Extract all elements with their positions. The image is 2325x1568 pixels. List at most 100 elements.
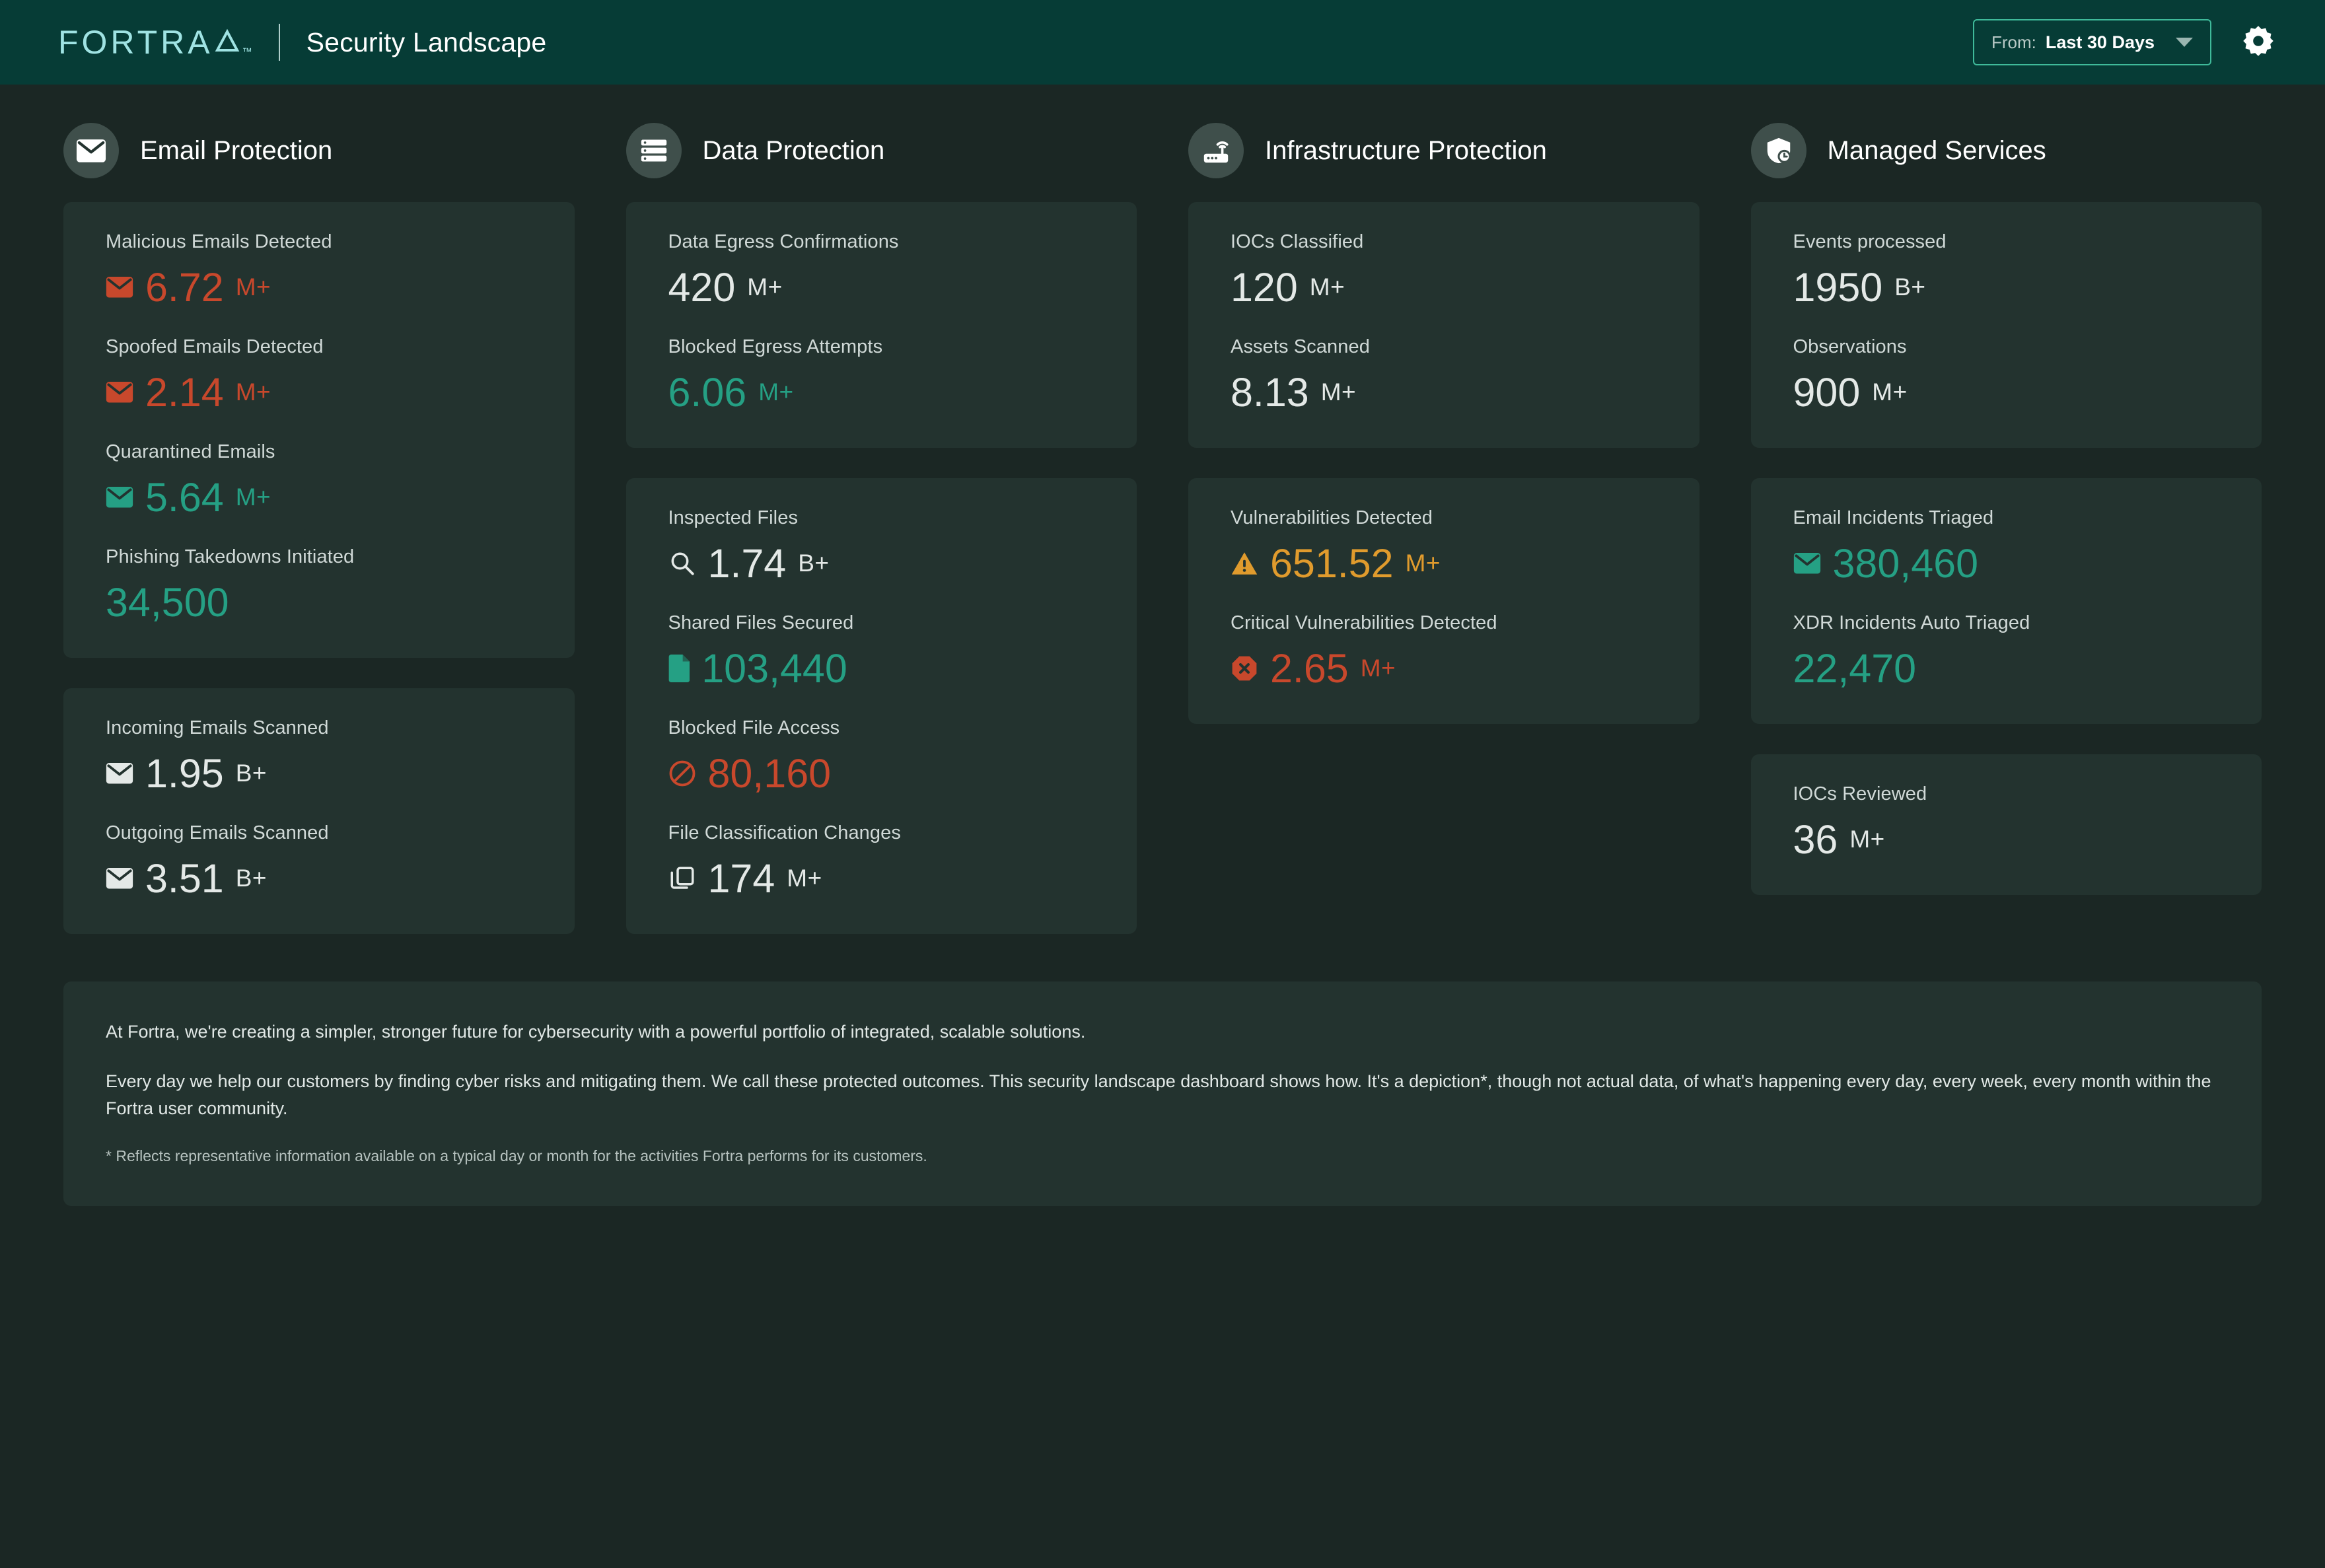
metric-card: Vulnerabilities Detected 651.52 M+ Critical… (1188, 478, 1699, 725)
fortra-logo-text: FORTRA (58, 24, 213, 61)
metric-number: 1950 (1793, 265, 1883, 310)
column-title: Data Protection (702, 135, 885, 165)
metric-number: 651.52 (1270, 541, 1394, 587)
metric-suffix: M+ (1849, 825, 1885, 853)
metric-label: Observations (1793, 336, 1907, 358)
metric-suffix: B+ (1894, 273, 1926, 301)
metric: Email Incidents Triaged 380,460 (1793, 507, 2220, 585)
error-octagon-icon (1231, 655, 1258, 682)
metric-value: 34,500 (106, 581, 532, 624)
metric-label: Critical Vulnerabilities Detected (1231, 612, 1497, 634)
metrics-board: Email Protection Malicious Emails Detecte… (0, 85, 2325, 964)
router-icon (1201, 135, 1231, 166)
column-header-infrastructure-protection: Infrastructure Protection (1188, 114, 1699, 188)
metric-value: 900 M+ (1793, 371, 2220, 413)
metric-number: 900 (1793, 370, 1861, 415)
settings-button[interactable] (2239, 23, 2277, 61)
metric-value: 6.72 M+ (106, 266, 532, 308)
metric-card: Data Egress Confirmations 420 M+ Blocked Eg… (626, 202, 1137, 448)
metric-card: IOCs Reviewed 36 M+ (1750, 754, 2262, 896)
footer-disclaimer: * Reflects representative information av… (106, 1147, 927, 1165)
footer-panel: At Fortra, we're creating a simpler, str… (63, 981, 2262, 1206)
metric-number: 1.74 (707, 541, 787, 587)
metric-label: File Classification Changes (668, 822, 901, 844)
metric-suffix: M+ (235, 483, 271, 511)
metric: Observations 900 M+ (1793, 336, 2220, 413)
metric: Outgoing Emails Scanned 3.51 B+ (106, 822, 532, 900)
metric-suffix: M+ (235, 378, 271, 406)
column-data-protection: Data Protection Data Egress Confirmations… (626, 114, 1137, 964)
metric-label: Outgoing Emails Scanned (106, 822, 329, 844)
metric-card: Events processed 1950 B+ Observations 900 M+ (1750, 202, 2262, 448)
metric-suffix: M+ (758, 378, 794, 406)
metric-card: Inspected Files 1.74 B+ Shared Files Secure… (626, 478, 1137, 935)
metric: Blocked Egress Attempts 6.06 M+ (668, 336, 1095, 413)
gear-icon (2241, 24, 2275, 61)
metric-value: 36 M+ (1793, 818, 2220, 861)
metric: IOCs Classified 120 M+ (1231, 231, 1657, 308)
metric: Data Egress Confirmations 420 M+ (668, 231, 1095, 308)
metric-value: 8.13 M+ (1231, 371, 1657, 413)
metric: IOCs Reviewed 36 M+ (1793, 783, 2220, 861)
metric: Inspected Files 1.74 B+ (668, 507, 1095, 585)
metric-label: Quarantined Emails (106, 441, 275, 463)
metric-number: 3.51 (145, 856, 224, 902)
fortra-logo: FORTRA ™ (58, 23, 252, 61)
column-header-email-protection: Email Protection (63, 114, 575, 188)
metric: Assets Scanned 8.13 M+ (1231, 336, 1657, 413)
metric-suffix: M+ (787, 864, 822, 892)
metric-value: 380,460 (1793, 542, 2220, 585)
metric-suffix: M+ (1405, 549, 1441, 577)
column-managed-services: Managed Services Events processed 1950 B+ Ob… (1750, 114, 2262, 964)
metric-number: 420 (668, 265, 736, 310)
footer-paragraph-2: Every day we help our customers by findi… (106, 1071, 2211, 1119)
metric-value: 103,440 (668, 647, 1095, 690)
metric-card: IOCs Classified 120 M+ Assets Scanned 8.13 M+ (1188, 202, 1699, 448)
metric-number: 2.65 (1270, 646, 1349, 692)
metric-number: 6.06 (668, 370, 747, 415)
metric-value: 80,160 (668, 752, 1095, 795)
envelope-icon (106, 486, 133, 509)
metric-suffix: B+ (798, 549, 830, 577)
metric: Malicious Emails Detected 6.72 M+ (106, 231, 532, 308)
column-icon-badge (63, 123, 119, 178)
metric: Vulnerabilities Detected 651.52 M+ (1231, 507, 1657, 585)
metric-number: 2.14 (145, 370, 224, 415)
metric: XDR Incidents Auto Triaged 22,470 (1793, 612, 2220, 690)
metric-value: 22,470 (1793, 647, 2220, 690)
column-title: Email Protection (140, 135, 333, 165)
metric-label: Email Incidents Triaged (1793, 507, 1994, 529)
metric-card: Incoming Emails Scanned 1.95 B+ Outgoing Em… (63, 688, 575, 935)
metric-number: 36 (1793, 817, 1838, 863)
metric-suffix: M+ (1360, 654, 1396, 682)
metric-suffix: B+ (235, 864, 268, 892)
metric-suffix: B+ (235, 759, 268, 787)
header-actions: From: Last 30 Days (1973, 19, 2277, 65)
metric-value: 120 M+ (1231, 266, 1657, 308)
metric-label: Events processed (1793, 231, 1947, 252)
metric-number: 6.72 (145, 265, 224, 310)
metric-label: Vulnerabilities Detected (1231, 507, 1433, 529)
metric: File Classification Changes 174 M+ (668, 822, 1095, 900)
metric-label: Blocked Egress Attempts (668, 336, 883, 358)
metric-label: Blocked File Access (668, 717, 840, 739)
search-icon (668, 550, 696, 577)
metric-number: 103,440 (701, 646, 847, 692)
file-icon (668, 655, 690, 683)
column-title: Managed Services (1827, 135, 2046, 165)
metric: Blocked File Access 80,160 (668, 717, 1095, 795)
metric-label: Incoming Emails Scanned (106, 717, 329, 739)
envelope-icon (106, 762, 133, 785)
metric-number: 34,500 (106, 580, 229, 625)
date-range-select[interactable]: From: Last 30 Days (1973, 19, 2211, 65)
header-divider (278, 24, 280, 61)
date-range-value: Last 30 Days (2045, 32, 2155, 52)
metric-number: 174 (707, 856, 775, 902)
metric-label: IOCs Classified (1231, 231, 1364, 252)
metric-suffix: M+ (1309, 273, 1345, 301)
database-icon (639, 135, 669, 166)
column-title: Infrastructure Protection (1265, 135, 1547, 165)
footer-paragraph-1: At Fortra, we're creating a simpler, str… (106, 1022, 1086, 1042)
metric-label: Malicious Emails Detected (106, 231, 332, 252)
metric-label: Spoofed Emails Detected (106, 336, 324, 358)
